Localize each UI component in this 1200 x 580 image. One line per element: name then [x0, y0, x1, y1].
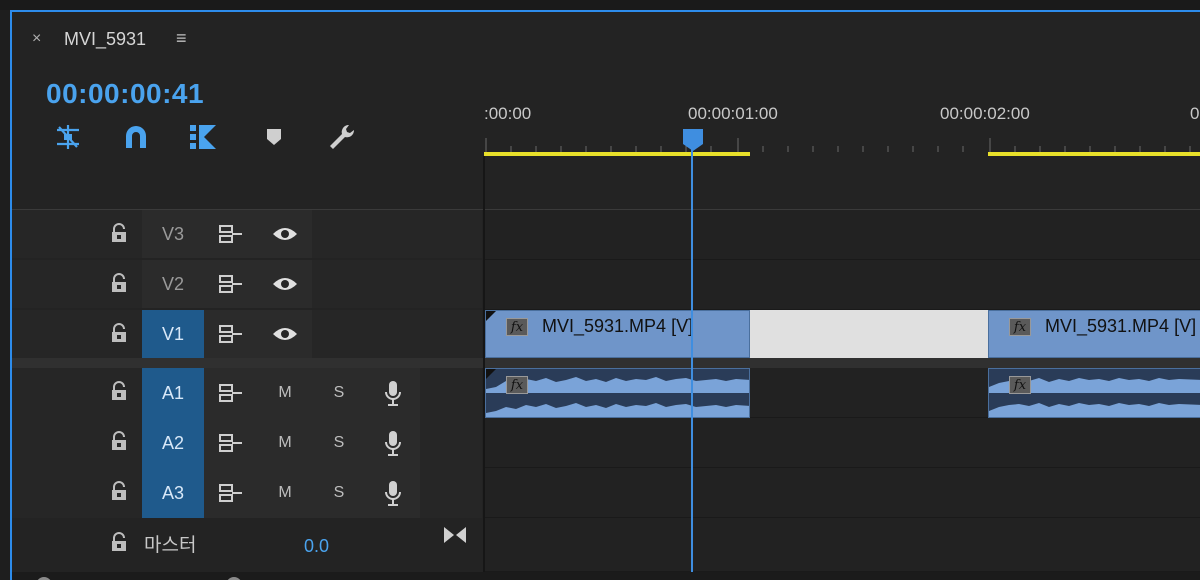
track-header-v1: V1: [12, 310, 482, 358]
playhead-timecode[interactable]: 00:00:00:41: [46, 78, 204, 110]
sync-lock-icon[interactable]: [204, 210, 258, 258]
track-lock-icon[interactable]: [110, 481, 128, 501]
mute-button[interactable]: M: [258, 418, 312, 468]
track-lock-icon[interactable]: [110, 431, 128, 451]
track-header-a3: A3 M S: [12, 468, 482, 518]
audio-clip[interactable]: fx: [988, 368, 1200, 418]
clip-label: MVI_5931.MP4 [V]: [1045, 316, 1197, 336]
video-audio-divider[interactable]: [12, 358, 1200, 368]
close-tab-button[interactable]: ×: [32, 30, 41, 48]
work-area-bar-2[interactable]: [988, 152, 1200, 156]
lane-v3[interactable]: [485, 210, 1200, 260]
sync-lock-icon[interactable]: [204, 368, 258, 418]
toggle-output-eye-icon[interactable]: [258, 260, 312, 308]
track-name-v2[interactable]: V2: [142, 260, 204, 308]
ruler-label-2: 00:00:02:00: [940, 104, 1030, 123]
track-lock-icon[interactable]: [110, 223, 128, 243]
track-name-v3[interactable]: V3: [142, 210, 204, 258]
clip-label: MVI_5931.MP4 [V]: [542, 316, 694, 336]
mute-button[interactable]: M: [258, 468, 312, 518]
voiceover-mic-icon[interactable]: [366, 468, 420, 518]
gap-region[interactable]: [750, 310, 988, 358]
video-clip[interactable]: fx MVI_5931.MP4 [V]: [988, 310, 1200, 358]
window-top-strip: [0, 0, 1200, 10]
add-marker-icon[interactable]: [258, 122, 290, 152]
sequence-tab-title[interactable]: MVI_5931: [64, 29, 146, 50]
video-clip[interactable]: fx MVI_5931.MP4 [V]: [485, 310, 750, 358]
snap-magnet-icon[interactable]: [120, 122, 152, 152]
voiceover-mic-icon[interactable]: [366, 368, 420, 418]
track-header-a2: A2 M S: [12, 418, 482, 468]
audio-clip[interactable]: fx: [485, 368, 750, 418]
playhead-line[interactable]: [691, 140, 693, 580]
sync-lock-icon[interactable]: [204, 468, 258, 518]
track-lock-icon[interactable]: [110, 273, 128, 293]
playhead-handle[interactable]: [682, 128, 704, 152]
panel-menu-icon[interactable]: ≡: [176, 28, 187, 49]
track-lock-icon[interactable]: [110, 323, 128, 343]
track-header-v3: V3: [12, 210, 482, 258]
wrench-settings-icon[interactable]: [326, 122, 358, 152]
sync-lock-icon[interactable]: [204, 310, 258, 358]
solo-button[interactable]: S: [312, 418, 366, 468]
insert-nest-icon[interactable]: [52, 122, 84, 152]
solo-button[interactable]: S: [312, 468, 366, 518]
track-name-a3[interactable]: A3: [142, 468, 204, 518]
work-area-bar[interactable]: [484, 152, 750, 156]
solo-button[interactable]: S: [312, 368, 366, 418]
track-lock-icon[interactable]: [110, 381, 128, 401]
fx-badge-icon[interactable]: fx: [1009, 318, 1031, 336]
track-name-a2[interactable]: A2: [142, 418, 204, 468]
lane-a2[interactable]: [485, 418, 1200, 468]
track-name-a1[interactable]: A1: [142, 368, 204, 418]
lane-master: [485, 518, 1200, 572]
toggle-output-eye-icon[interactable]: [258, 310, 312, 358]
master-track-label: 마스터: [144, 535, 197, 556]
lane-v2[interactable]: [485, 260, 1200, 310]
track-header-a1: A1 M S: [12, 368, 482, 418]
ruler-label-3: 0: [1190, 104, 1200, 123]
ruler-label-1: 00:00:01:00: [688, 104, 778, 123]
lane-a3[interactable]: [485, 468, 1200, 518]
toggle-output-eye-icon[interactable]: [258, 210, 312, 258]
linked-selection-icon[interactable]: [188, 122, 220, 152]
expand-track-icon[interactable]: [442, 525, 468, 545]
fx-badge-icon[interactable]: fx: [1009, 376, 1031, 394]
sync-lock-icon[interactable]: [204, 418, 258, 468]
master-volume-value[interactable]: 0.0: [304, 536, 329, 557]
fx-badge-icon[interactable]: fx: [506, 376, 528, 394]
horizontal-scrollbar[interactable]: [12, 572, 1200, 580]
sync-lock-icon[interactable]: [204, 260, 258, 308]
track-name-v1[interactable]: V1: [142, 310, 204, 358]
mute-button[interactable]: M: [258, 368, 312, 418]
master-lock-icon[interactable]: [110, 532, 128, 552]
voiceover-mic-icon[interactable]: [366, 418, 420, 468]
timeline-panel: × MVI_5931 ≡ 00:00:00:41:00:00 00:00:01…: [10, 10, 1200, 580]
track-header-v2: V2: [12, 260, 482, 308]
ruler-label-0: :00:00: [484, 104, 532, 123]
fx-badge-icon[interactable]: fx: [506, 318, 528, 336]
